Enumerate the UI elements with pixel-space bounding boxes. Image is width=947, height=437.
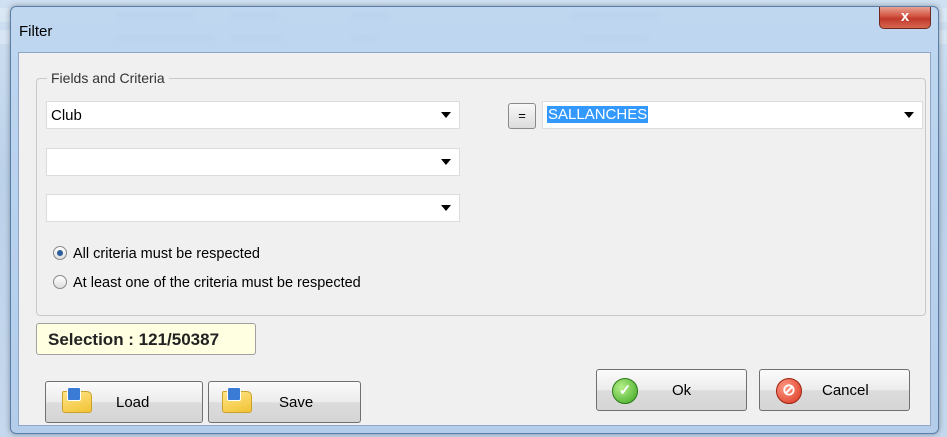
dialog-title: Filter (19, 23, 53, 40)
filter-dialog: Filter x Fields and Criteria Club = SALL… (10, 6, 939, 434)
operator-button[interactable]: = (508, 103, 536, 129)
folder-save-icon (222, 387, 252, 413)
chevron-down-icon (441, 205, 451, 211)
chevron-down-icon (441, 159, 451, 165)
cancel-icon: ⊘ (776, 378, 802, 404)
cancel-button-label: Cancel (822, 382, 869, 399)
field-select-1-value: Club (51, 107, 82, 124)
close-icon: x (900, 8, 910, 25)
fields-criteria-group: Fields and Criteria Club = SALLANCHES Al… (36, 70, 926, 316)
ok-button[interactable]: ✓ Ok (596, 369, 747, 411)
radio-all-criteria[interactable]: All criteria must be respected (53, 246, 260, 262)
field-select-3[interactable] (46, 194, 460, 222)
dialog-client-area: Fields and Criteria Club = SALLANCHES Al… (18, 52, 931, 426)
radio-all-criteria-label: All criteria must be respected (73, 246, 260, 262)
field-select-2[interactable] (46, 148, 460, 176)
checkmark-icon: ✓ (612, 378, 638, 404)
chevron-down-icon (441, 112, 451, 118)
close-button[interactable]: x (879, 7, 931, 29)
group-legend: Fields and Criteria (47, 70, 169, 86)
folder-open-icon (62, 387, 92, 413)
save-button-label: Save (279, 394, 314, 411)
criteria-value-combo[interactable]: SALLANCHES (542, 101, 923, 129)
load-button-label: Load (116, 394, 150, 411)
chevron-down-icon (904, 112, 914, 118)
radio-one-criteria[interactable]: At least one of the criteria must be res… (53, 275, 361, 291)
selection-count: Selection : 121/50387 (36, 323, 256, 355)
radio-one-criteria-label: At least one of the criteria must be res… (73, 275, 361, 291)
save-button[interactable]: Save (208, 381, 361, 423)
ok-button-label: Ok (672, 382, 692, 399)
radio-unchecked-icon (53, 275, 67, 289)
field-select-1[interactable]: Club (46, 101, 460, 129)
load-button[interactable]: Load (45, 381, 203, 423)
criteria-value-text: SALLANCHES (547, 106, 649, 123)
cancel-button[interactable]: ⊘ Cancel (759, 369, 910, 411)
radio-checked-icon (53, 246, 67, 260)
